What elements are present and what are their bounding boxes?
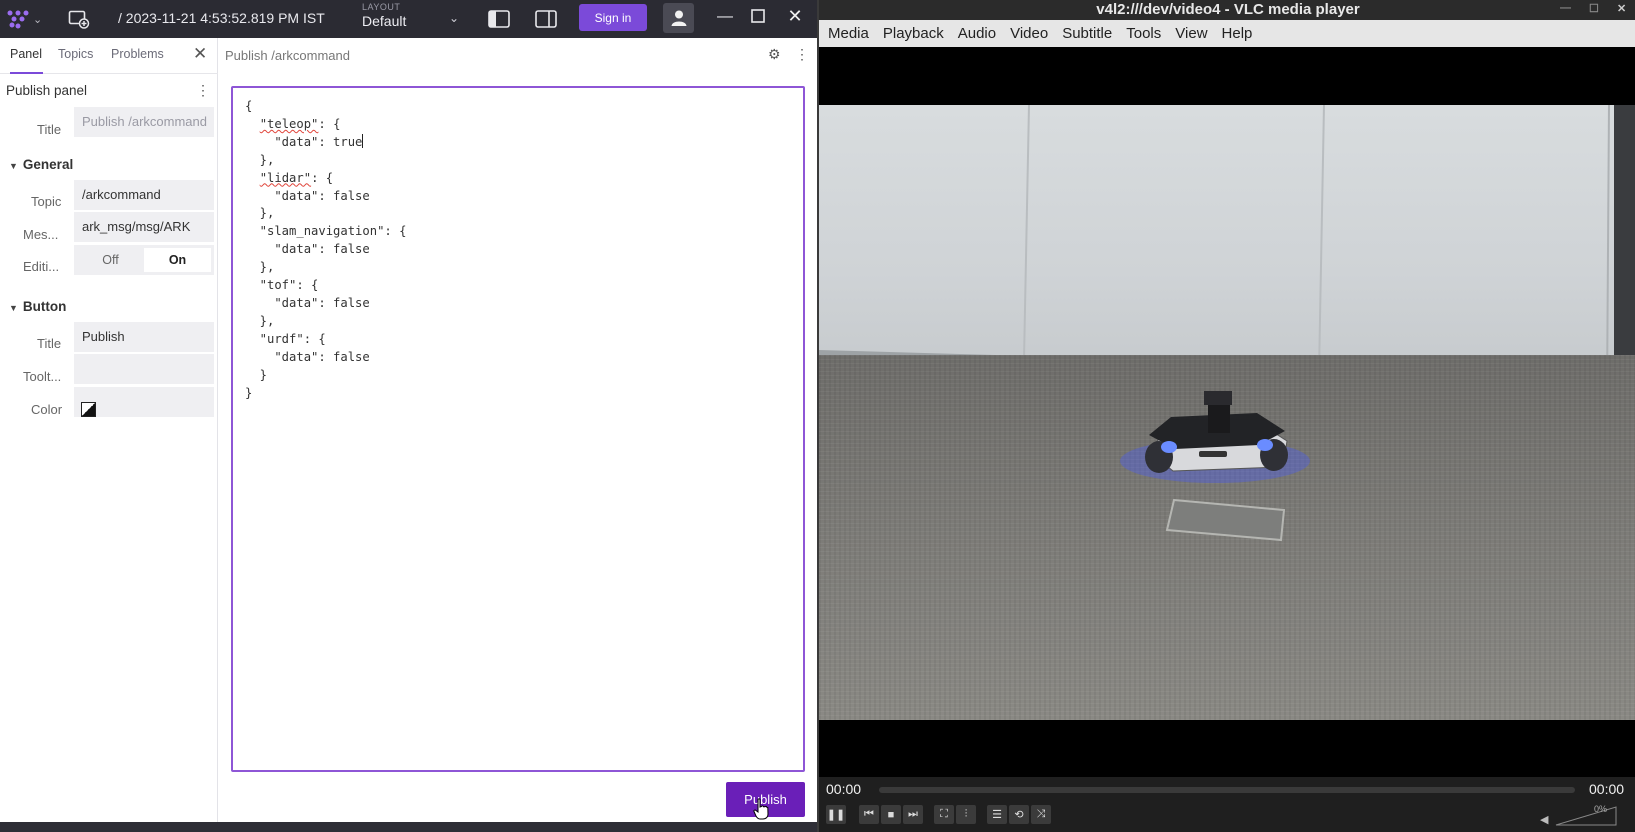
- playlist-icon[interactable]: ☰: [987, 805, 1007, 824]
- menu-subtitle[interactable]: Subtitle: [1062, 25, 1112, 42]
- loop-icon[interactable]: ⟲: [1009, 805, 1029, 824]
- volume-percent: 0%: [1594, 804, 1608, 814]
- camera-feed-image: [819, 105, 1635, 720]
- stop-icon[interactable]: ■: [881, 805, 901, 824]
- caret-down-icon: ▼: [9, 303, 18, 313]
- seek-bar[interactable]: [879, 787, 1575, 793]
- menu-view[interactable]: View: [1175, 25, 1207, 42]
- toggle-right-sidebar-button[interactable]: [534, 9, 558, 29]
- chevron-down-icon[interactable]: ⌄: [449, 11, 459, 25]
- settings-title: Publish panel: [6, 83, 88, 98]
- shuffle-icon[interactable]: ⤨: [1031, 805, 1051, 824]
- message-schema-label: Mes...: [23, 227, 59, 242]
- editing-mode-label: Editi...: [23, 259, 60, 274]
- extended-settings-icon[interactable]: ⫶: [956, 805, 976, 824]
- title-field-label: Title: [37, 122, 62, 137]
- button-title-input[interactable]: Publish: [74, 322, 214, 352]
- color-label: Color: [31, 402, 63, 417]
- speaker-icon[interactable]: ◀: [1540, 813, 1548, 826]
- minimize-icon[interactable]: —: [715, 8, 735, 28]
- button-title-label: Title: [37, 336, 62, 351]
- panel-settings-sidebar: Panel Topics Problems ✕ Publish panel ⋮ …: [0, 38, 218, 832]
- fullscreen-icon[interactable]: ⛶: [934, 805, 954, 824]
- more-options-icon[interactable]: ⋮: [795, 46, 809, 63]
- publish-panel: Publish /arkcommand ⚙ ⋮ { "teleop": { "d…: [219, 38, 817, 832]
- status-bar: [0, 822, 817, 832]
- maximize-icon[interactable]: ☐: [1589, 2, 1599, 15]
- user-icon: [671, 10, 686, 26]
- menu-playback[interactable]: Playback: [883, 25, 944, 42]
- topic-input[interactable]: /arkcommand: [74, 180, 214, 210]
- button-section-header[interactable]: ▼ Button: [9, 299, 66, 314]
- hand-cursor-icon: [753, 798, 769, 820]
- sign-in-button[interactable]: Sign in: [579, 4, 647, 31]
- pause-icon[interactable]: ❚❚: [826, 805, 846, 824]
- gear-icon[interactable]: ⚙: [768, 46, 781, 63]
- toggle-left-sidebar-button[interactable]: [487, 9, 511, 29]
- total-time: 00:00: [1589, 781, 1625, 797]
- topic-label: Topic: [31, 194, 62, 209]
- right-sidebar-icon: [535, 10, 557, 28]
- tab-panel[interactable]: Panel: [10, 47, 42, 61]
- tab-topics[interactable]: Topics: [58, 47, 93, 61]
- panel-title: Publish /arkcommand: [225, 48, 350, 63]
- color-swatch[interactable]: [81, 402, 96, 417]
- tab-problems[interactable]: Problems: [111, 47, 164, 61]
- open-connection-button[interactable]: [66, 7, 92, 31]
- elapsed-time: 00:00: [826, 781, 862, 797]
- playback-datetime: / 2023-11-21 4:53:52.819 PM IST: [118, 10, 325, 26]
- general-section-label: General: [22, 157, 74, 172]
- menu-help[interactable]: Help: [1222, 25, 1253, 42]
- menu-audio[interactable]: Audio: [958, 25, 996, 42]
- menu-tools[interactable]: Tools: [1126, 25, 1161, 42]
- more-options-icon[interactable]: ⋮: [196, 82, 210, 99]
- close-icon[interactable]: ✕: [1617, 2, 1626, 15]
- foxglove-toolbar: ⌄ / 2023-11-21 4:53:52.819 PM IST LAYOUT…: [0, 0, 817, 38]
- menu-video[interactable]: Video: [1010, 25, 1048, 42]
- panel-toolbar: Publish /arkcommand ⚙ ⋮: [219, 38, 817, 74]
- general-section-header[interactable]: ▼ General: [9, 157, 73, 172]
- close-icon[interactable]: ✕: [785, 6, 805, 30]
- maximize-icon[interactable]: [750, 8, 770, 28]
- editing-off-option[interactable]: Off: [77, 248, 144, 272]
- app-menu-button[interactable]: ⌄: [6, 7, 46, 31]
- next-icon[interactable]: ⏭: [903, 805, 923, 824]
- title-input[interactable]: Publish /arkcommand: [74, 107, 214, 137]
- vlc-title-bar: v4l2:///dev/video4 - VLC media player — …: [819, 0, 1635, 20]
- previous-icon[interactable]: ⏮: [859, 805, 879, 824]
- editing-mode-toggle: Off On: [74, 245, 214, 275]
- vlc-menu-bar: Media Playback Audio Video Subtitle Tool…: [819, 20, 1635, 47]
- vlc-window-title: v4l2:///dev/video4 - VLC media player: [1096, 1, 1360, 18]
- minimize-icon[interactable]: —: [1560, 2, 1571, 14]
- button-section-label: Button: [22, 299, 67, 314]
- json-code: { "teleop": { "data": true }, "lidar": {…: [245, 99, 407, 400]
- editing-on-option[interactable]: On: [144, 248, 211, 272]
- sidebar-tabs: Panel Topics Problems ✕: [0, 38, 218, 74]
- volume-slider[interactable]: [1555, 806, 1617, 826]
- user-account-button[interactable]: [663, 3, 694, 33]
- chevron-down-icon: ⌄: [33, 13, 43, 26]
- tooltip-label: Toolt...: [23, 369, 62, 384]
- layout-selector[interactable]: LAYOUT Default: [362, 2, 406, 29]
- foxglove-window: ⌄ / 2023-11-21 4:53:52.819 PM IST LAYOUT…: [0, 0, 817, 832]
- menu-media[interactable]: Media: [828, 25, 869, 42]
- tooltip-input[interactable]: [74, 354, 214, 384]
- text-caret: [362, 133, 364, 148]
- active-tab-indicator: [10, 72, 43, 74]
- video-area[interactable]: [819, 47, 1635, 777]
- playback-controls: ❚❚ ⏮ ■ ⏭ ⛶ ⫶ ☰ ⟲ ⤨ ◀ 0%: [819, 800, 1635, 832]
- left-sidebar-icon: [488, 10, 510, 28]
- close-icon[interactable]: ✕: [193, 44, 207, 64]
- caret-down-icon: ▼: [9, 161, 18, 171]
- layout-value: Default: [362, 13, 407, 29]
- message-schema-input[interactable]: ark_msg/msg/ARK: [74, 212, 214, 242]
- json-editor[interactable]: { "teleop": { "data": true }, "lidar": {…: [231, 86, 805, 772]
- foxglove-logo-icon: [7, 10, 29, 29]
- robot-scene: [1120, 391, 1310, 542]
- vlc-window: v4l2:///dev/video4 - VLC media player — …: [817, 0, 1635, 832]
- add-window-icon: [68, 10, 90, 29]
- layout-label: LAYOUT: [362, 2, 401, 12]
